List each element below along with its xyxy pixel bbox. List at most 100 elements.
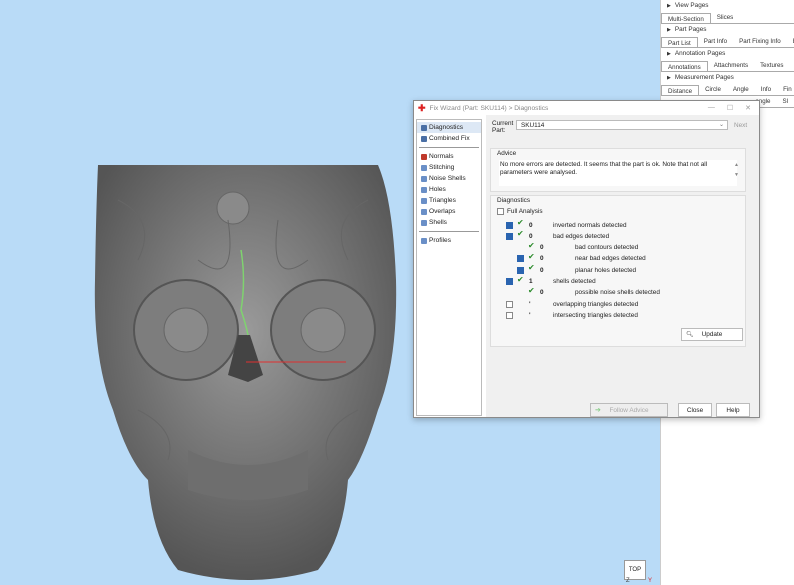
close-window-button[interactable]: ✕ — [745, 104, 751, 112]
diagnostic-checkbox[interactable] — [517, 255, 524, 263]
advice-scrollbar[interactable]: ▲ ▼ — [734, 160, 739, 180]
nav-label: Shells — [429, 219, 447, 226]
section-header[interactable]: ▶ Measurement Pages — [661, 72, 794, 84]
nav-label: Normals — [429, 153, 454, 160]
view-top-button[interactable]: TOP — [624, 560, 646, 580]
diagnostic-label: near bad edges detected — [575, 255, 646, 263]
section-label: View Pages — [674, 2, 709, 9]
tab-strip: Multi-Section Slices — [661, 12, 794, 24]
section-header[interactable]: ▶ Part Pages — [661, 24, 794, 36]
checkbox-box[interactable] — [497, 208, 504, 215]
diagnostic-count: 0 — [529, 232, 533, 240]
check-icon: ✔ — [528, 240, 535, 250]
nav-item[interactable]: Profiles — [417, 235, 481, 246]
diagnostic-row: ✔ 0 possible noise shells detected — [491, 286, 741, 298]
diagnostic-checkbox[interactable] — [517, 266, 524, 274]
nav-item[interactable]: Normals — [417, 151, 481, 162]
tab-strip: Distance Circle Angle Info Fin — [661, 84, 794, 96]
diagnostic-label: intersecting triangles detected — [553, 311, 638, 319]
fix-wizard-icon: ✚ — [418, 102, 426, 113]
next-button[interactable]: Next — [734, 122, 747, 129]
nav-icon — [421, 175, 427, 182]
nav-divider — [419, 231, 479, 232]
check-icon: ✔ — [517, 218, 524, 227]
current-part-label: Current Part: — [492, 120, 514, 134]
diagnostic-count: ' — [529, 300, 531, 308]
nav-item[interactable]: Holes — [417, 184, 481, 195]
tab[interactable]: Part List — [661, 37, 698, 47]
tab-strip: Part ListPart InfoPart Fixing InfoE — [661, 36, 794, 48]
help-button[interactable]: Help — [716, 403, 750, 417]
diagnostic-checkbox[interactable] — [506, 221, 513, 229]
tab[interactable]: Angle — [727, 84, 755, 95]
caret-right-icon: ▶ — [667, 27, 671, 33]
nav-icon — [421, 219, 427, 226]
follow-advice-button[interactable]: ➔ Follow Advice — [590, 403, 668, 417]
diagnostic-checkbox[interactable] — [506, 300, 513, 308]
tab-strip: Annotations Attachments Textures — [661, 60, 794, 72]
check-icon: ✔ — [528, 251, 535, 261]
section-header[interactable]: ▶ Annotation Pages — [661, 48, 794, 60]
fix-wizard-dialog: ✚ Fix Wizard (Part: SKU114) > Diagnostic… — [413, 100, 760, 418]
section-header[interactable]: ▶ View Pages — [661, 0, 794, 12]
tab[interactable]: E — [787, 36, 794, 47]
tab[interactable]: Info — [755, 84, 777, 95]
diagnostic-label: overlapping triangles detected — [553, 300, 639, 308]
nav-label: Profiles — [429, 237, 451, 244]
nav-item[interactable]: Overlaps — [417, 206, 481, 217]
tab[interactable]: Part Info — [698, 36, 733, 47]
close-button[interactable]: Close — [678, 403, 712, 417]
nav-icon — [421, 197, 427, 204]
nav-label: Overlaps — [429, 208, 456, 215]
diagnostic-count: 0 — [540, 244, 544, 252]
nav-label: Triangles — [429, 197, 456, 204]
nav-item[interactable]: Shells — [417, 217, 481, 228]
tab[interactable]: Sl — [776, 96, 794, 107]
section-label: Measurement Pages — [674, 74, 734, 81]
tab[interactable]: Circle — [699, 84, 727, 95]
nav-label: Holes — [429, 186, 446, 193]
tab[interactable]: Attachments — [708, 60, 754, 71]
diagnostic-label: bad contours detected — [575, 244, 639, 252]
diagnostic-checkbox[interactable] — [506, 311, 513, 319]
nav-item[interactable]: Diagnostics — [417, 122, 481, 133]
check-icon: ✔ — [528, 263, 535, 273]
nav-icon — [421, 208, 427, 215]
dialog-titlebar[interactable]: ✚ Fix Wizard (Part: SKU114) > Diagnostic… — [414, 101, 759, 115]
tab[interactable]: Part Fixing Info — [733, 36, 787, 47]
diagnostic-label: bad edges detected — [553, 232, 610, 240]
tab[interactable]: Multi-Section — [661, 13, 711, 23]
axis-z-label: Z — [626, 578, 630, 584]
diagnostic-checkbox[interactable] — [506, 278, 513, 285]
current-part-select[interactable]: SKU114 ⌄ — [516, 120, 728, 130]
skull-model[interactable] — [78, 160, 418, 585]
full-analysis-checkbox[interactable]: Full Analysis — [497, 208, 543, 215]
tab[interactable]: Fin — [777, 84, 794, 95]
tab[interactable]: Annotations — [661, 61, 708, 71]
maximize-button[interactable]: ☐ — [727, 104, 733, 112]
nav-icon — [421, 164, 427, 171]
section-label: Part Pages — [674, 26, 707, 33]
nav-item[interactable]: Noise Shells — [417, 173, 481, 184]
magnifier-icon: 🔍︎ — [686, 332, 694, 338]
minimize-button[interactable]: — — [708, 104, 715, 112]
arrow-right-icon: ➔ — [595, 407, 601, 414]
current-part-value: SKU114 — [521, 122, 545, 129]
tab[interactable]: Textures — [754, 60, 789, 71]
check-icon: ✔ — [517, 229, 524, 239]
nav-icon — [421, 124, 427, 131]
nav-item[interactable]: Combined Fix — [417, 133, 481, 144]
nav-item[interactable]: Stitching — [417, 162, 481, 173]
diagnostic-label: shells detected — [553, 278, 596, 285]
nav-icon — [421, 135, 427, 142]
tab[interactable]: Distance — [661, 85, 700, 95]
advice-group: Advice No more errors are detected. It s… — [490, 148, 746, 192]
tab[interactable]: Slices — [711, 12, 740, 23]
chevron-down-icon: ⌄ — [718, 122, 724, 128]
full-analysis-label: Full Analysis — [507, 208, 543, 215]
diagnostic-row: ✔ 0 planar holes detected — [491, 263, 741, 275]
nav-item[interactable]: Triangles — [417, 195, 481, 206]
update-button[interactable]: 🔍︎ Update — [681, 328, 743, 341]
diagnostic-checkbox[interactable] — [506, 232, 513, 240]
diagnostic-row: ' intersecting triangles detected — [491, 310, 741, 320]
